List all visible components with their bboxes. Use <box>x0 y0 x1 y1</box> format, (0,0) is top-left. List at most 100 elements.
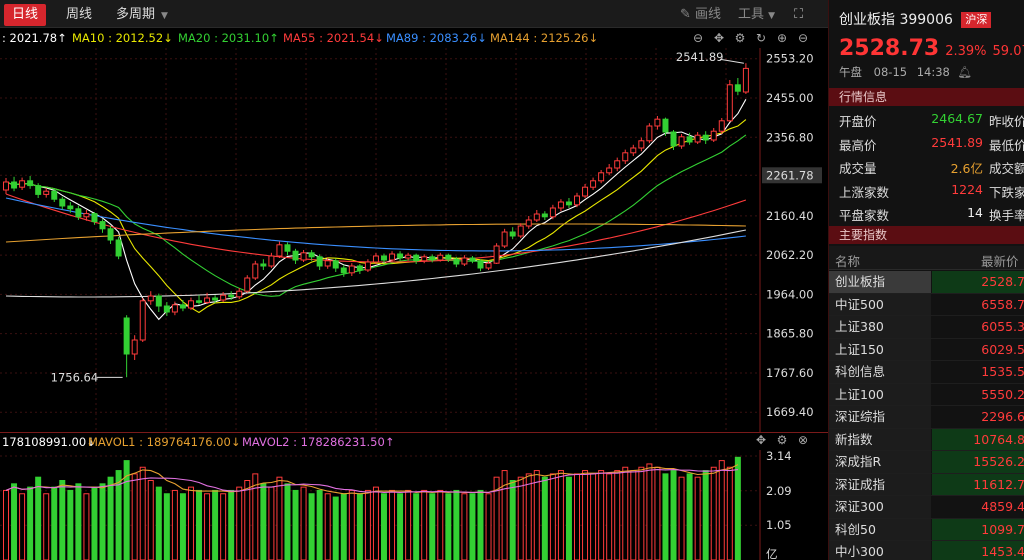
move-icon[interactable]: ✥ <box>754 433 768 447</box>
bell-icon[interactable]: 🔔︎ <box>958 65 973 79</box>
volume-bar <box>421 489 428 560</box>
index-price: 11612.7 <box>932 473 1024 495</box>
col-price[interactable]: 最新价 <box>981 251 1019 270</box>
volume-chart[interactable]: 3.14 2.09 1.05 亿 <box>0 450 828 560</box>
close-icon[interactable]: ⊗ <box>796 433 810 447</box>
tab-weekly[interactable]: 周线 <box>58 4 100 26</box>
volume-bar <box>485 493 492 560</box>
volume-bar <box>276 476 283 560</box>
col-name[interactable]: 名称 <box>835 251 860 270</box>
index-row[interactable]: 深成指R 15526.2 <box>829 451 1024 474</box>
volume-bar <box>300 486 307 560</box>
candle <box>557 201 564 209</box>
refresh-icon[interactable]: ↻ <box>754 31 768 45</box>
minus-icon[interactable]: ⊖ <box>796 31 810 45</box>
candle <box>27 180 34 187</box>
price-axis-label: 1767.60 <box>766 366 814 380</box>
index-row[interactable]: 中证500 6558.7 <box>829 293 1024 316</box>
index-list-header[interactable]: 主要指数 <box>829 226 1024 244</box>
candle <box>429 256 436 261</box>
field-label: 换手率 <box>989 208 1024 223</box>
candle <box>220 294 227 301</box>
index-row[interactable]: 上证150 6029.5 <box>829 338 1024 361</box>
index-name: 中小300 <box>829 541 931 560</box>
volume-bar <box>324 493 331 560</box>
index-row[interactable]: 科创50 1099.7 <box>829 518 1024 541</box>
tab-daily[interactable]: 日线 <box>4 4 47 26</box>
index-row[interactable]: 科创信息 1535.5 <box>829 361 1024 384</box>
market-info-header[interactable]: 行情信息 <box>829 88 1024 106</box>
add-icon[interactable]: ⊕ <box>775 31 789 45</box>
volume-bar <box>469 493 476 560</box>
index-name: 深证成指 <box>829 473 931 495</box>
index-row[interactable]: 深证300 4859.4 <box>829 496 1024 519</box>
gear-icon[interactable]: ⚙ <box>733 31 747 45</box>
price-axis-label: 2062.20 <box>766 248 814 262</box>
volume-bar <box>389 489 396 560</box>
volume-bar <box>694 476 701 560</box>
candle <box>356 265 363 271</box>
volume-bar <box>107 476 114 560</box>
index-row[interactable]: 创业板指 2528.7 <box>829 271 1024 294</box>
candle <box>469 257 476 262</box>
volume-bar <box>557 470 564 560</box>
pencil-icon: ✎ <box>680 7 691 22</box>
candle <box>19 180 26 188</box>
gear-icon[interactable]: ⚙ <box>775 433 789 447</box>
price-axis-label: 1865.80 <box>766 327 814 341</box>
collapse-icon[interactable]: ⊖ <box>691 31 705 45</box>
field-label: 上涨家数 <box>839 184 890 200</box>
volume-bar <box>718 460 725 560</box>
volume-bar <box>686 473 693 560</box>
market-info-row: 最高价 2541.89 最低价 <box>829 131 1024 154</box>
candle <box>204 297 211 303</box>
volume-bar <box>726 466 733 560</box>
index-name: 新指数 <box>829 428 931 450</box>
index-price: 2528.7 <box>932 271 1024 293</box>
candle <box>646 125 653 142</box>
volume-bar <box>99 483 106 560</box>
candle <box>179 304 186 309</box>
index-row[interactable]: 上证380 6055.3 <box>829 316 1024 339</box>
candle <box>59 198 66 207</box>
fullscreen-icon[interactable]: ⛶ <box>794 5 803 25</box>
candle <box>236 290 243 298</box>
multi-period-dropdown[interactable]: 多周期 ▼ <box>116 4 168 26</box>
volume-bar <box>260 483 267 560</box>
index-row[interactable]: 深证成指 11612.7 <box>829 473 1024 496</box>
candle <box>734 84 741 92</box>
index-row[interactable]: 上证100 5550.2 <box>829 383 1024 406</box>
volume-bar <box>533 470 540 560</box>
tools-dropdown[interactable]: 工具 ▼ <box>738 5 775 25</box>
candlestick-chart[interactable]: 2553.20 2455.00 2356.80 2261.78 2160.40 2062.… <box>0 48 828 432</box>
field-label: 下跌家 <box>989 184 1024 200</box>
high-annotation: 2541.89 <box>676 50 724 64</box>
volume-bar <box>51 486 58 560</box>
move-icon[interactable]: ✥ <box>712 31 726 45</box>
candle <box>244 277 251 292</box>
price-axis-label: 2356.80 <box>766 130 814 144</box>
draw-line-label: 画线 <box>695 7 722 22</box>
candle <box>461 257 468 265</box>
index-row[interactable]: 深证综指 2296.6 <box>829 406 1024 429</box>
index-price: 1535.5 <box>981 364 1024 379</box>
pct-change: 2.39% <box>945 44 987 59</box>
mavol2-value: MAVOL2 : 178286231.50↑ <box>242 435 395 449</box>
quote-panel: 创业板指 399006 沪深 2528.73 2.39% 59.07 午盘 08-1… <box>828 0 1024 560</box>
volume-bar <box>364 489 371 560</box>
index-row[interactable]: 新指数 10764.8 <box>829 428 1024 451</box>
volume-bar <box>549 473 556 560</box>
price-axis-label: 1669.40 <box>766 405 814 419</box>
candle <box>340 267 347 274</box>
candle <box>196 300 203 303</box>
index-price: 15526.2 <box>932 451 1024 473</box>
index-row[interactable]: 中小300 1453.4 <box>829 541 1024 560</box>
draw-line-button[interactable]: ✎ 画线 <box>680 5 721 25</box>
index-price: 6055.3 <box>981 319 1024 334</box>
candle <box>565 201 572 206</box>
price-axis-label: 2160.40 <box>766 209 814 223</box>
candle <box>445 254 452 260</box>
candle <box>11 181 18 189</box>
volume-bar <box>43 493 50 560</box>
index-name: 科创50 <box>829 518 931 540</box>
